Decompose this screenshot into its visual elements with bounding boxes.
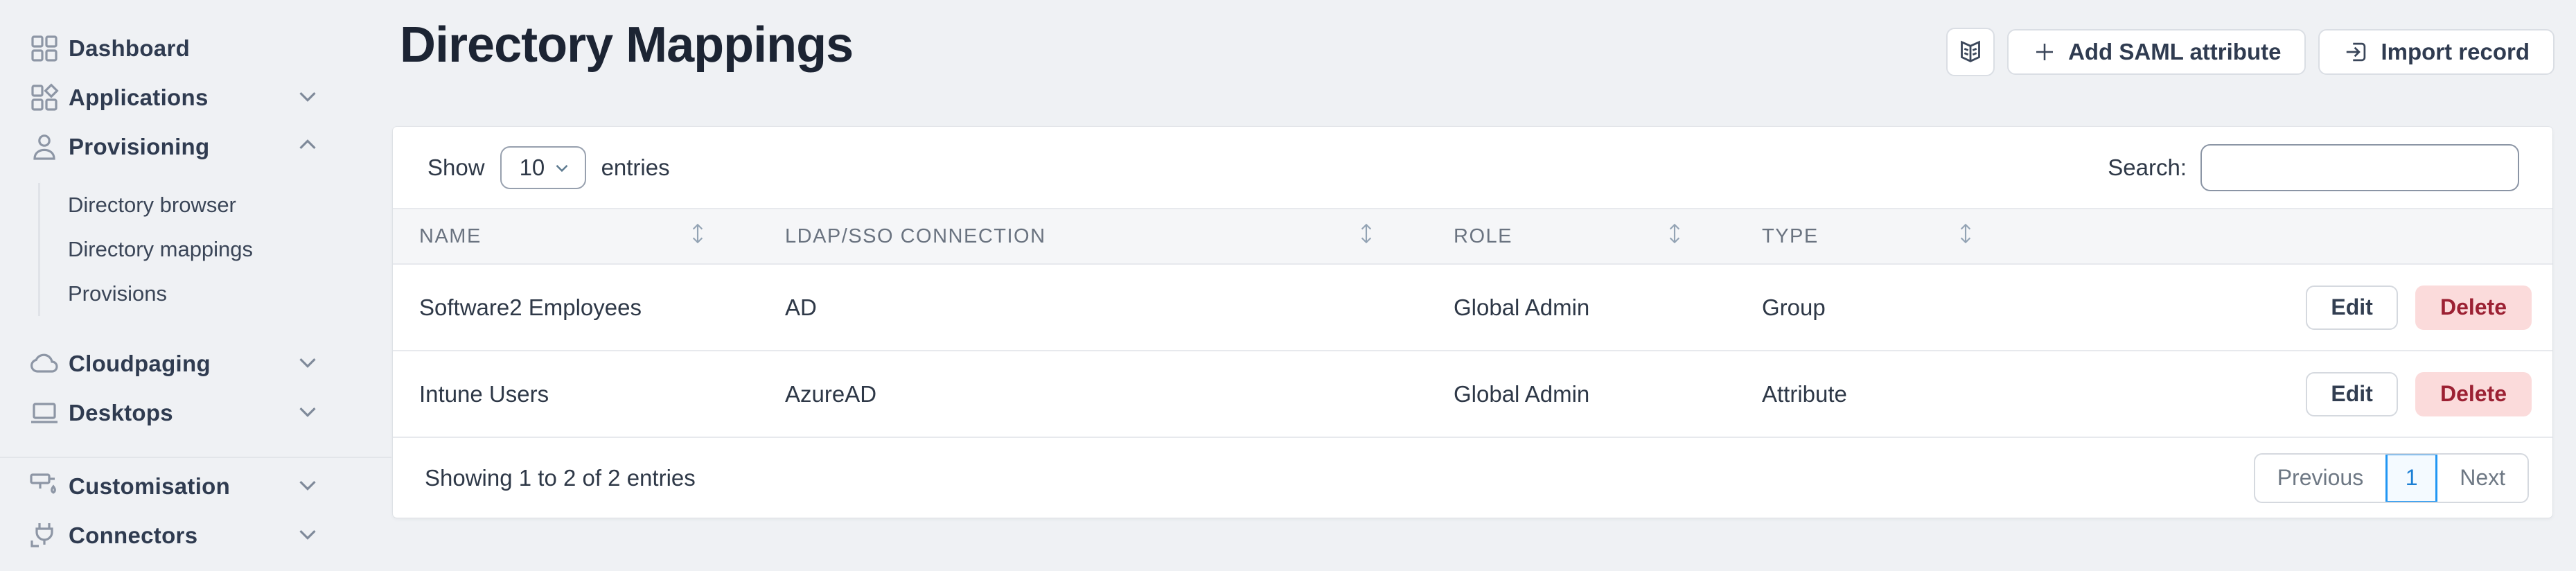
cell-role: Global Admin (1427, 264, 1736, 351)
table-row: Software2 Employees AD Global Admin Grou… (393, 264, 2552, 351)
sort-icon (689, 222, 707, 251)
add-saml-attribute-label: Add SAML attribute (2068, 39, 2281, 65)
user-icon (26, 129, 62, 165)
directory-mappings-table: NAME LDAP/SSO CONNECTION R (393, 208, 2552, 438)
page-length-select[interactable]: 10 (500, 146, 586, 189)
sidebar-item-customisation[interactable]: Customisation (0, 462, 391, 511)
paint-roller-icon (26, 468, 62, 504)
sidebar-item-desktops[interactable]: Desktops (0, 388, 391, 437)
open-book-icon (1957, 38, 1984, 66)
column-header-actions (2027, 209, 2552, 264)
cell-connection: AD (759, 264, 1427, 351)
sidebar-item-cloudpaging[interactable]: Cloudpaging (0, 339, 391, 388)
sidebar-subitem-label: Directory mappings (68, 237, 253, 262)
page-length-control: Show 10 entries (427, 146, 670, 189)
table-controls: Show 10 entries Search: (393, 127, 2552, 208)
main-content: Directory Mappings Add SAML attribute Im… (391, 0, 2576, 571)
column-header-connection[interactable]: LDAP/SSO CONNECTION (759, 209, 1427, 264)
search-input[interactable] (2200, 144, 2519, 191)
import-icon (2343, 39, 2370, 65)
delete-button[interactable]: Delete (2415, 286, 2532, 330)
cell-name: Intune Users (393, 351, 759, 437)
plus-icon (2032, 39, 2057, 64)
sidebar-item-label: Applications (69, 85, 209, 111)
import-record-button[interactable]: Import record (2318, 29, 2555, 75)
sidebar-item-directory-mappings[interactable]: Directory mappings (40, 227, 391, 272)
chevron-down-icon (293, 396, 322, 429)
sidebar-item-provisions[interactable]: Provisions (40, 272, 391, 316)
chevron-down-icon (552, 157, 572, 178)
column-header-role[interactable]: ROLE (1427, 209, 1736, 264)
cloud-icon (26, 346, 62, 382)
sidebar-divider (0, 457, 391, 458)
directory-mappings-card: Show 10 entries Search: (393, 127, 2552, 518)
sidebar-item-label: Cloudpaging (69, 351, 211, 377)
page-number-button[interactable]: 1 (2385, 453, 2437, 503)
sidebar-item-label: Dashboard (69, 35, 190, 62)
add-saml-attribute-button[interactable]: Add SAML attribute (2007, 29, 2306, 75)
entries-summary: Showing 1 to 2 of 2 entries (425, 465, 696, 491)
show-label: Show (427, 155, 485, 181)
sidebar-subitem-label: Provisions (68, 281, 167, 306)
dashboard-icon (26, 30, 62, 67)
cell-type: Attribute (1736, 351, 2027, 437)
sidebar-item-label: Provisioning (69, 134, 209, 160)
sidebar-nav: Dashboard Applications Provisioning (0, 24, 391, 560)
laptop-icon (26, 395, 62, 431)
sidebar-item-applications[interactable]: Applications (0, 73, 391, 122)
cell-role: Global Admin (1427, 351, 1736, 437)
header-actions: Add SAML attribute Import record (1946, 28, 2555, 76)
pagination: Previous 1 Next (2254, 453, 2529, 503)
delete-button[interactable]: Delete (2415, 372, 2532, 416)
table-header-row: NAME LDAP/SSO CONNECTION R (393, 209, 2552, 264)
edit-button[interactable]: Edit (2306, 372, 2397, 416)
sidebar: Dashboard Applications Provisioning (0, 0, 391, 571)
chevron-down-icon (293, 347, 322, 380)
cell-type: Group (1736, 264, 2027, 351)
sort-icon (1957, 222, 1975, 251)
entries-label: entries (601, 155, 670, 181)
sidebar-item-label: Desktops (69, 400, 173, 426)
page-length-value: 10 (520, 155, 545, 181)
column-header-name[interactable]: NAME (393, 209, 759, 264)
sidebar-item-directory-browser[interactable]: Directory browser (40, 183, 391, 227)
docs-button[interactable] (1946, 28, 1995, 76)
page-title: Directory Mappings (400, 17, 853, 73)
sidebar-item-label: Customisation (69, 473, 230, 500)
chevron-up-icon (293, 130, 322, 163)
sort-icon (1666, 222, 1684, 251)
sidebar-item-connectors[interactable]: Connectors (0, 511, 391, 560)
next-page-button[interactable]: Next (2437, 455, 2528, 502)
applications-icon (26, 80, 62, 116)
import-record-label: Import record (2381, 39, 2530, 65)
previous-page-button[interactable]: Previous (2255, 455, 2386, 502)
cell-actions: Edit Delete (2027, 351, 2552, 437)
chevron-down-icon (293, 81, 322, 114)
table-footer: Showing 1 to 2 of 2 entries Previous 1 N… (393, 438, 2552, 518)
app-root: Dashboard Applications Provisioning (0, 0, 2576, 571)
search-control: Search: (2108, 144, 2519, 191)
column-header-type[interactable]: TYPE (1736, 209, 2027, 264)
cell-connection: AzureAD (759, 351, 1427, 437)
search-label: Search: (2108, 155, 2187, 181)
provisioning-submenu: Directory browser Directory mappings Pro… (38, 183, 391, 316)
sidebar-item-label: Connectors (69, 522, 197, 549)
chevron-down-icon (293, 519, 322, 552)
sidebar-item-dashboard[interactable]: Dashboard (0, 24, 391, 73)
chevron-down-icon (293, 470, 322, 502)
edit-button[interactable]: Edit (2306, 286, 2397, 330)
sidebar-subitem-label: Directory browser (68, 193, 236, 218)
table-row: Intune Users AzureAD Global Admin Attrib… (393, 351, 2552, 437)
cell-actions: Edit Delete (2027, 264, 2552, 351)
cell-name: Software2 Employees (393, 264, 759, 351)
sidebar-item-provisioning[interactable]: Provisioning (0, 122, 391, 171)
plug-icon (26, 518, 62, 554)
sort-icon (1357, 222, 1375, 251)
